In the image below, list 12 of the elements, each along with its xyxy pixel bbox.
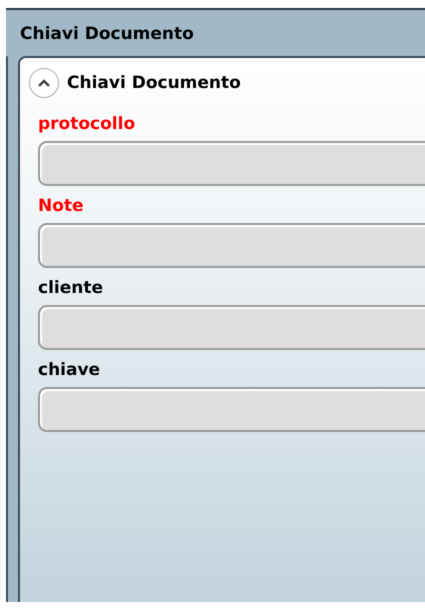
field-label: protocollo [38, 113, 136, 136]
group-title: Chiavi Documento [67, 73, 241, 93]
chevron-up-icon [37, 78, 51, 88]
input-field[interactable] [38, 387, 425, 432]
input-field[interactable] [38, 141, 425, 186]
field-label: chiave [38, 359, 102, 382]
field-label: cliente [38, 277, 104, 300]
panel-title: Chiavi Documento [19, 23, 195, 46]
input-field[interactable] [38, 305, 425, 350]
input-field[interactable] [38, 223, 425, 268]
field-label: Note [38, 195, 85, 218]
collapse-button[interactable] [29, 68, 59, 98]
